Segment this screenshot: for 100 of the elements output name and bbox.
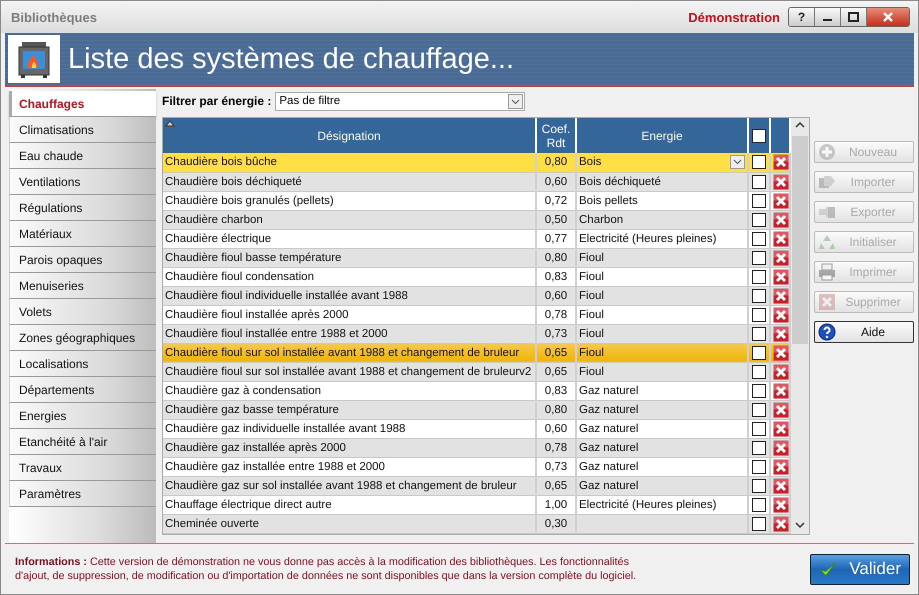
delete-icon[interactable] [773,174,788,190]
table-cell: Cheminée ouverte [163,514,536,534]
filter-label: Filtrer par énergie : [162,94,272,108]
delete-icon[interactable] [773,212,788,228]
page-title: Liste des systèmes de chauffage... [68,42,514,76]
window-title: Bibliothèques [11,10,98,24]
table-cell: Fioul [579,290,604,302]
table-cell: Fioul [579,328,604,340]
row-checkbox[interactable] [752,384,766,398]
table-cell: 0,65 [536,476,576,496]
delete-icon[interactable] [773,250,788,266]
delete-icon[interactable] [773,458,788,475]
sidebar-tab[interactable]: Parois opaques [9,247,156,273]
row-checkbox[interactable] [752,346,766,360]
row-checkbox[interactable] [752,498,766,512]
row-checkbox[interactable] [752,308,766,322]
delete-icon[interactable] [773,516,788,532]
table-cell: Chaudière bois bûche [163,153,536,172]
validate-button[interactable]: Valider [810,554,910,584]
column-header[interactable]: Coef. Rdt [536,118,576,154]
delete-icon[interactable] [773,364,788,380]
help-button[interactable]: ? [789,8,815,26]
table-cell: Chauffage électrique direct autre [163,495,536,514]
table-cell: Fioul [579,270,604,283]
scrollbar[interactable] [791,118,809,534]
delete-icon[interactable] [773,344,788,361]
delete-icon[interactable] [773,288,788,304]
sidebar-tab[interactable]: Paramètres [9,481,156,507]
sidebar-tab[interactable]: Energies [9,403,156,429]
row-checkbox[interactable] [752,288,766,303]
sidebar-tab[interactable]: Climatisations [9,117,156,143]
delete-icon[interactable] [773,306,788,323]
delete-icon[interactable] [773,154,788,170]
table-cell: 0,73 [536,324,576,344]
sidebar-tab[interactable]: Volets [9,299,156,325]
close-button[interactable] [867,8,909,26]
row-checkbox[interactable] [752,270,766,284]
info-message: Informations : Cette version de démonstration ne vous donne pas accès à la modification des bibliothèques. Les fonctionnalités d'ajout, de suppression, de modification ou d'importation de données ne sont disponibles que dans la version complète du logiciel. [15,555,638,583]
dropdown-icon [730,155,745,170]
sidebar-tab[interactable]: Eau chaude [9,143,156,169]
sidebar-tab[interactable]: Chauffages [9,91,156,117]
row-checkbox[interactable] [752,326,766,341]
delete-icon[interactable] [773,440,788,456]
sidebar-tab[interactable]: Travaux [9,455,156,481]
row-checkbox[interactable] [752,250,766,265]
delete-icon[interactable] [773,496,788,513]
row-checkbox[interactable] [752,478,766,493]
sidebar-tab[interactable]: Zones géographiques [9,325,156,351]
table-cell-text: Bois [579,155,602,170]
column-header[interactable]: Energie [576,118,748,154]
row-checkbox[interactable] [752,174,766,189]
table-cell: 0,72 [536,191,576,210]
printer-icon [818,263,836,281]
sidebar-tab[interactable]: Localisations [9,351,156,377]
sidebar-tab[interactable]: Etanchéité à l'air [9,429,156,455]
sidebar-tab[interactable]: Matériaux [9,221,156,247]
delete-icon[interactable] [773,326,788,342]
table-cell: Chaudière fioul sur sol installée avant 1988 et changement de bruleurv2 [163,362,536,382]
table-cell: Gaz naturel [579,422,638,435]
sidebar-tab[interactable]: Départements [9,377,156,403]
row-checkbox[interactable] [752,364,766,379]
row-checkbox[interactable] [752,402,766,417]
row-checkbox[interactable] [752,212,766,227]
import-icon [818,173,836,191]
delete-icon[interactable] [773,192,788,209]
delete-icon[interactable] [773,230,788,247]
table-cell: Gaz naturel [579,384,638,397]
table-cell: Chaudière gaz individuelle installée avant 1988 [163,419,536,438]
select-all-checkbox[interactable] [752,128,766,143]
table-cell: 0,80 [536,400,576,420]
row-checkbox[interactable] [752,422,766,436]
minimize-button[interactable] [815,8,841,26]
row-checkbox[interactable] [752,516,766,531]
delete-icon [818,293,836,311]
table-cell: Chaudière électrique [163,229,536,248]
help-button[interactable]: Aide [814,321,914,343]
delete-icon[interactable] [773,382,788,399]
row-checkbox[interactable] [752,194,766,208]
delete-icon[interactable] [773,478,788,494]
sidebar-tab[interactable]: Menuiseries [9,273,156,299]
checkmark-icon [819,559,838,579]
delete-icon[interactable] [773,268,788,285]
row-checkbox[interactable] [752,440,766,455]
row-checkbox[interactable] [752,460,766,474]
table-cell: 0,78 [536,438,576,458]
table-cell: 0,60 [536,286,576,306]
column-header[interactable]: Désignation [163,118,536,154]
table-cell: Chaudière gaz sur sol installée avant 1988 et changement de bruleur [163,476,536,496]
sidebar-tab[interactable]: Ventilations [9,169,156,195]
energy-filter-dropdown[interactable]: Pas de filtre [275,92,526,110]
table-cell: 0,80 [536,248,576,268]
row-checkbox[interactable] [752,155,766,170]
row-checkbox[interactable] [752,232,766,246]
delete-icon[interactable] [773,420,788,437]
maximize-button[interactable] [841,8,867,26]
table-cell: Charbon [579,214,624,226]
table-cell: Electricité (Heures pleines) [579,498,716,511]
sidebar-tab[interactable]: Régulations [9,195,156,221]
delete-icon[interactable] [773,402,788,418]
help-icon [818,323,836,341]
